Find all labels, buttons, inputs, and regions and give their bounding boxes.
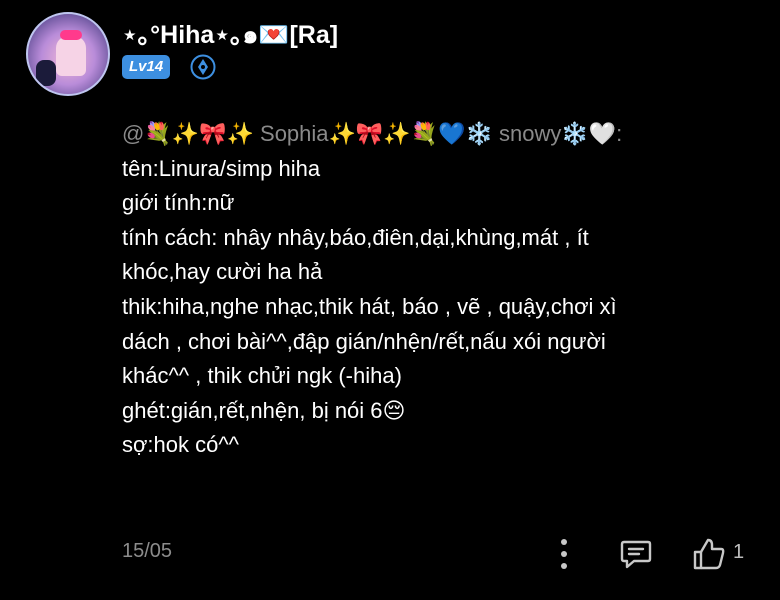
comment-line: thik:hiha,nghe nhạc,thik hát, báo , vẽ ,…: [122, 293, 617, 319]
comment-date: 15/05: [122, 540, 173, 562]
comment-line: khác^^ , thik chửi ngk (-hiha): [122, 363, 402, 389]
verified-badge-icon: [190, 54, 216, 80]
avatar[interactable]: [26, 12, 110, 96]
more-vertical-icon[interactable]: [556, 536, 572, 572]
comment-line: ghét:gián,rết,nhện, bị nói 6😔: [122, 397, 406, 423]
like-count: 1: [733, 541, 745, 563]
comment-line: tính cách: nhây nhây,báo,điên,dại,khùng,…: [122, 224, 589, 250]
comment-line: sợ:hok có^^: [122, 432, 240, 458]
comment-icon[interactable]: [620, 539, 652, 569]
comment-line: giới tính:nữ: [122, 190, 235, 216]
level-badge: Lv14: [122, 55, 171, 79]
comment-body: @💐✨🎀✨ Sophia✨🎀✨💐💙❄️ snowy❄️🤍: tên:Linura…: [122, 117, 762, 463]
comment-line: tên:Linura/simp hiha: [122, 155, 321, 181]
mention-text[interactable]: @💐✨🎀✨ Sophia✨🎀✨💐💙❄️ snowy❄️🤍:: [122, 117, 762, 152]
username[interactable]: ⋆｡°Hiha⋆｡๑💌[Ra]: [122, 15, 338, 55]
comment-line: khóc,hay cười ha hả: [122, 259, 323, 285]
thumbs-up-icon[interactable]: [692, 537, 726, 571]
comment-line: dách , chơi bài^^,đập gián/nhện/rết,nấu …: [122, 328, 606, 354]
